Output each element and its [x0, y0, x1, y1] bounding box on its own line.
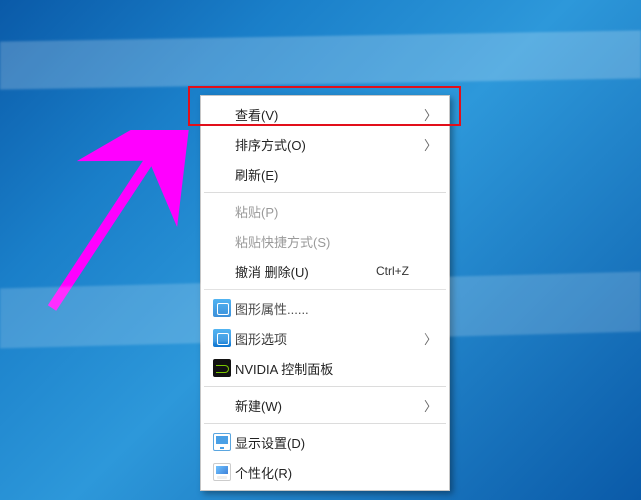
menu-item-new[interactable]: 新建(W) 〉 [203, 390, 447, 420]
menu-item-graphics-properties[interactable]: 图形属性...... [203, 293, 447, 323]
menu-item-graphics-options[interactable]: 图形选项 〉 [203, 323, 447, 353]
intel-graphics-icon [209, 299, 235, 317]
menu-item-view[interactable]: 查看(V) 〉 [203, 99, 447, 129]
menu-item-nvidia[interactable]: NVIDIA 控制面板 [203, 353, 447, 383]
menu-separator [204, 192, 446, 193]
menu-shortcut: Ctrl+Z [376, 264, 423, 278]
menu-label: 图形选项 [235, 329, 423, 348]
menu-label: 显示设置(D) [235, 433, 423, 452]
personalize-icon [209, 463, 235, 481]
menu-separator [204, 386, 446, 387]
menu-label: 撤消 删除(U) [235, 262, 376, 281]
menu-item-undo[interactable]: 撤消 删除(U) Ctrl+Z [203, 256, 447, 286]
menu-item-sort[interactable]: 排序方式(O) 〉 [203, 129, 447, 159]
menu-item-paste-shortcut: 粘贴快捷方式(S) [203, 226, 447, 256]
annotation-arrow-icon [32, 130, 192, 320]
display-settings-icon [209, 433, 235, 451]
intel-graphics-icon [209, 329, 235, 347]
chevron-right-icon: 〉 [423, 396, 437, 415]
menu-label: 粘贴(P) [235, 202, 423, 221]
menu-label: 图形属性...... [235, 299, 423, 318]
menu-label: 查看(V) [235, 105, 423, 124]
chevron-right-icon: 〉 [423, 135, 437, 154]
menu-label: NVIDIA 控制面板 [235, 359, 423, 378]
menu-separator [204, 423, 446, 424]
menu-item-refresh[interactable]: 刷新(E) [203, 159, 447, 189]
menu-label: 粘贴快捷方式(S) [235, 232, 423, 251]
chevron-right-icon: 〉 [423, 329, 437, 348]
menu-label: 个性化(R) [235, 463, 423, 482]
menu-item-personalize[interactable]: 个性化(R) [203, 457, 447, 487]
menu-separator [204, 289, 446, 290]
windows-desktop[interactable]: 查看(V) 〉 排序方式(O) 〉 刷新(E) 粘贴(P) 粘贴快捷方式(S) … [0, 0, 641, 500]
nvidia-icon [209, 359, 235, 377]
menu-label: 排序方式(O) [235, 135, 423, 154]
menu-item-paste: 粘贴(P) [203, 196, 447, 226]
menu-label: 刷新(E) [235, 165, 423, 184]
chevron-right-icon: 〉 [423, 105, 437, 124]
menu-label: 新建(W) [235, 396, 423, 415]
desktop-context-menu: 查看(V) 〉 排序方式(O) 〉 刷新(E) 粘贴(P) 粘贴快捷方式(S) … [200, 95, 450, 491]
menu-item-display-settings[interactable]: 显示设置(D) [203, 427, 447, 457]
